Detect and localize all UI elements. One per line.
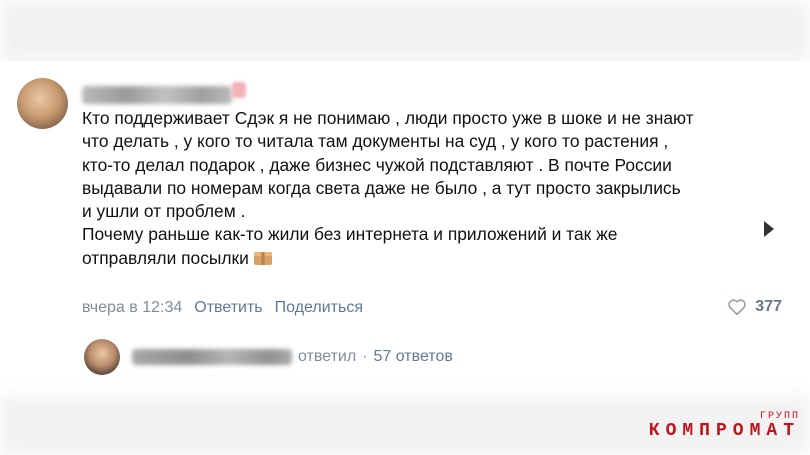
author-badge-icon xyxy=(232,82,246,98)
like-button[interactable]: 377 xyxy=(727,298,782,316)
comment-meta: вчера в 12:34 Ответить Поделиться xyxy=(82,299,363,317)
like-count: 377 xyxy=(755,298,782,315)
blurred-background-top xyxy=(0,0,810,62)
parcel-icon xyxy=(253,251,272,265)
watermark-main-text: КОМПРОМАТ xyxy=(648,421,800,441)
reply-summary: ответил · 57 ответов xyxy=(298,348,453,366)
reply-button[interactable]: Ответить xyxy=(194,299,262,317)
reply-author-avatar[interactable] xyxy=(84,339,120,375)
next-arrow-icon[interactable] xyxy=(764,221,774,237)
replied-label: ответил xyxy=(298,348,357,365)
comment-text: Кто поддерживает Сдэк я не понимаю , люд… xyxy=(82,108,694,268)
heart-icon xyxy=(728,299,747,316)
watermark-small-text: ГРУПП xyxy=(759,411,800,422)
replies-count-link[interactable]: 57 ответов xyxy=(374,348,453,366)
reply-thread[interactable]: ответил · 57 ответов xyxy=(84,339,453,375)
comment-body: Кто поддерживает Сдэк я не понимаю , люд… xyxy=(82,107,772,270)
reply-author-name-redacted[interactable] xyxy=(132,349,292,365)
share-button[interactable]: Поделиться xyxy=(275,299,363,317)
watermark: ГРУПП КОМПРОМАТ xyxy=(648,411,800,441)
comment-card: Кто поддерживает Сдэк я не понимаю , люд… xyxy=(0,62,810,395)
author-avatar[interactable] xyxy=(17,78,68,129)
comment-timestamp: вчера в 12:34 xyxy=(82,299,183,316)
author-name-redacted[interactable] xyxy=(82,86,232,104)
separator-dot: · xyxy=(362,348,368,365)
